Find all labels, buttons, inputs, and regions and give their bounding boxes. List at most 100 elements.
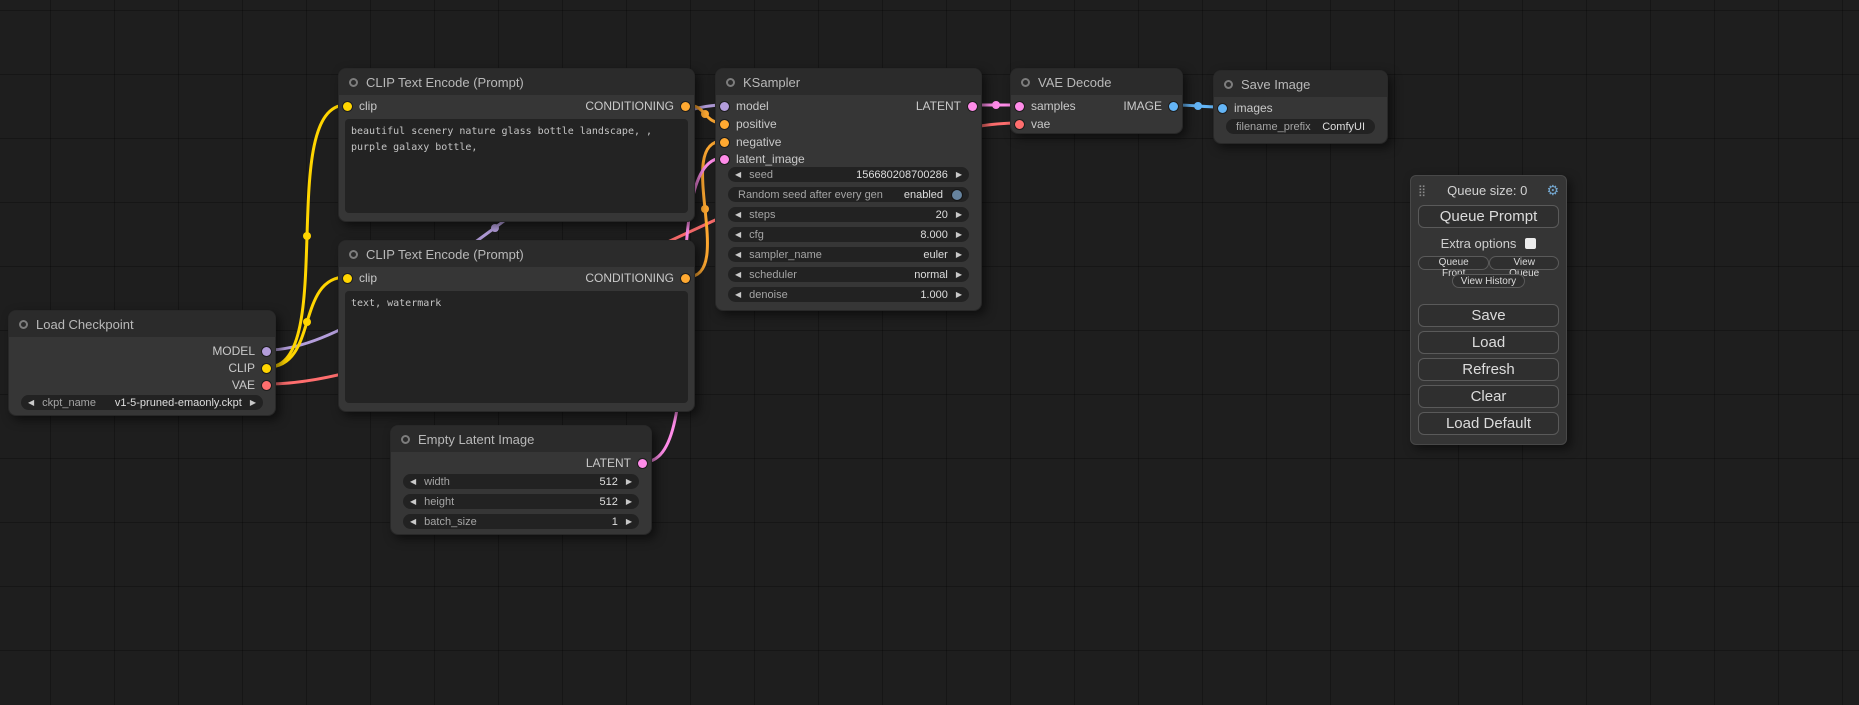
node-save-image[interactable]: Save Image images filename_prefix ComfyU… <box>1213 70 1388 144</box>
increment-arrow-icon[interactable]: ▶ <box>956 291 962 299</box>
widget-width[interactable]: ◀ width 512 ▶ <box>403 474 639 489</box>
input-slot-clip[interactable] <box>343 102 352 111</box>
decrement-arrow-icon[interactable]: ◀ <box>410 498 416 506</box>
link-midpoint-dot <box>701 110 709 118</box>
node-vae-decode[interactable]: VAE Decode samples IMAGE vae <box>1010 68 1183 134</box>
node-clip-text-encode-negative[interactable]: CLIP Text Encode (Prompt) clip CONDITION… <box>338 240 695 412</box>
node-title-bar[interactable]: CLIP Text Encode (Prompt) <box>339 69 694 95</box>
output-slot-conditioning[interactable] <box>681 102 690 111</box>
widget-batch-size[interactable]: ◀ batch_size 1 ▶ <box>403 514 639 529</box>
collapse-dot[interactable] <box>1021 78 1030 87</box>
widget-scheduler[interactable]: ◀ scheduler normal ▶ <box>728 267 969 282</box>
widget-value: 512 <box>599 476 617 488</box>
output-slot-image[interactable] <box>1169 102 1178 111</box>
queue-front-button[interactable]: Queue Front <box>1418 256 1489 270</box>
widget-label: denoise <box>749 289 788 301</box>
increment-arrow-icon[interactable]: ▶ <box>956 171 962 179</box>
node-graph-canvas[interactable]: Load Checkpoint MODEL CLIP VAE ◀ ckpt_na… <box>0 0 1859 705</box>
collapse-dot[interactable] <box>349 250 358 259</box>
increment-arrow-icon[interactable]: ▶ <box>250 399 256 407</box>
collapse-dot[interactable] <box>401 435 410 444</box>
decrement-arrow-icon[interactable]: ◀ <box>735 291 741 299</box>
save-button[interactable]: Save <box>1418 304 1559 327</box>
decrement-arrow-icon[interactable]: ◀ <box>735 251 741 259</box>
refresh-button[interactable]: Refresh <box>1418 358 1559 381</box>
widget-cfg[interactable]: ◀ cfg 8.000 ▶ <box>728 227 969 242</box>
input-slot-model[interactable] <box>720 102 729 111</box>
widget-denoise[interactable]: ◀ denoise 1.000 ▶ <box>728 287 969 302</box>
widget-label: sampler_name <box>749 249 822 261</box>
widget-ckpt-name[interactable]: ◀ ckpt_name v1-5-pruned-emaonly.ckpt ▶ <box>21 395 263 410</box>
slot-label-positive: positive <box>736 117 777 131</box>
collapse-dot[interactable] <box>19 320 28 329</box>
widget-value: ComfyUI <box>1322 121 1365 133</box>
input-slot-positive[interactable] <box>720 120 729 129</box>
output-slot-conditioning[interactable] <box>681 274 690 283</box>
input-slot-images[interactable] <box>1218 104 1227 113</box>
view-queue-button[interactable]: View Queue <box>1489 256 1559 270</box>
clear-button[interactable]: Clear <box>1418 385 1559 408</box>
output-slot-clip[interactable] <box>262 364 271 373</box>
decrement-arrow-icon[interactable]: ◀ <box>410 478 416 486</box>
increment-arrow-icon[interactable]: ▶ <box>956 271 962 279</box>
increment-arrow-icon[interactable]: ▶ <box>626 518 632 526</box>
decrement-arrow-icon[interactable]: ◀ <box>735 171 741 179</box>
increment-arrow-icon[interactable]: ▶ <box>626 498 632 506</box>
link-clip-positive <box>268 105 346 367</box>
increment-arrow-icon[interactable]: ▶ <box>956 231 962 239</box>
extra-options-checkbox[interactable] <box>1525 238 1536 249</box>
widget-label: steps <box>749 209 775 221</box>
input-slot-clip[interactable] <box>343 274 352 283</box>
widget-height[interactable]: ◀ height 512 ▶ <box>403 494 639 509</box>
queue-prompt-button[interactable]: Queue Prompt <box>1418 205 1559 228</box>
node-load-checkpoint[interactable]: Load Checkpoint MODEL CLIP VAE ◀ ckpt_na… <box>8 310 276 416</box>
node-title-bar[interactable]: Save Image <box>1214 71 1387 97</box>
node-ksampler[interactable]: KSampler model LATENT positive negative <box>715 68 982 311</box>
decrement-arrow-icon[interactable]: ◀ <box>735 211 741 219</box>
input-slot-samples[interactable] <box>1015 102 1024 111</box>
load-button[interactable]: Load <box>1418 331 1559 354</box>
collapse-dot[interactable] <box>726 78 735 87</box>
node-title-bar[interactable]: Load Checkpoint <box>9 311 275 337</box>
slot-label-latent-image: latent_image <box>736 152 805 166</box>
view-history-button[interactable]: View History <box>1452 274 1525 288</box>
decrement-arrow-icon[interactable]: ◀ <box>410 518 416 526</box>
prompt-textarea[interactable]: beautiful scenery nature glass bottle la… <box>345 119 688 213</box>
input-slot-latent-image[interactable] <box>720 155 729 164</box>
widget-steps[interactable]: ◀ steps 20 ▶ <box>728 207 969 222</box>
node-title-bar[interactable]: KSampler <box>716 69 981 95</box>
output-slot-model[interactable] <box>262 347 271 356</box>
output-slot-vae[interactable] <box>262 381 271 390</box>
slot-label-vae: vae <box>1031 117 1050 131</box>
output-slot-latent[interactable] <box>638 459 647 468</box>
widget-seed[interactable]: ◀ seed 156680208700286 ▶ <box>728 167 969 182</box>
collapse-dot[interactable] <box>1224 80 1233 89</box>
widget-value: 1.000 <box>920 289 948 301</box>
increment-arrow-icon[interactable]: ▶ <box>626 478 632 486</box>
widget-sampler-name[interactable]: ◀ sampler_name euler ▶ <box>728 247 969 262</box>
decrement-arrow-icon[interactable]: ◀ <box>28 399 34 407</box>
widget-random-seed-toggle[interactable]: Random seed after every gen enabled <box>728 187 969 202</box>
increment-arrow-icon[interactable]: ▶ <box>956 251 962 259</box>
collapse-dot[interactable] <box>349 78 358 87</box>
output-slot-latent[interactable] <box>968 102 977 111</box>
queue-size-label: Queue size: 0 <box>1430 183 1544 198</box>
input-slot-negative[interactable] <box>720 138 729 147</box>
widget-filename-prefix[interactable]: filename_prefix ComfyUI <box>1226 119 1375 134</box>
node-title-bar[interactable]: VAE Decode <box>1011 69 1182 95</box>
drag-handle-icon[interactable]: ⣿ <box>1418 184 1426 197</box>
decrement-arrow-icon[interactable]: ◀ <box>735 271 741 279</box>
decrement-arrow-icon[interactable]: ◀ <box>735 231 741 239</box>
link-midpoint-dot <box>303 232 311 240</box>
link-midpoint-dot <box>303 318 311 326</box>
increment-arrow-icon[interactable]: ▶ <box>956 211 962 219</box>
prompt-textarea[interactable]: text, watermark <box>345 291 688 403</box>
load-default-button[interactable]: Load Default <box>1418 412 1559 435</box>
node-title-bar[interactable]: CLIP Text Encode (Prompt) <box>339 241 694 267</box>
node-title-bar[interactable]: Empty Latent Image <box>391 426 651 452</box>
toggle-knob[interactable] <box>952 190 962 200</box>
settings-gear-icon[interactable]: ⚙ <box>1546 182 1559 199</box>
node-empty-latent-image[interactable]: Empty Latent Image LATENT ◀ width 512 ▶ … <box>390 425 652 535</box>
node-clip-text-encode-positive[interactable]: CLIP Text Encode (Prompt) clip CONDITION… <box>338 68 695 222</box>
input-slot-vae[interactable] <box>1015 120 1024 129</box>
